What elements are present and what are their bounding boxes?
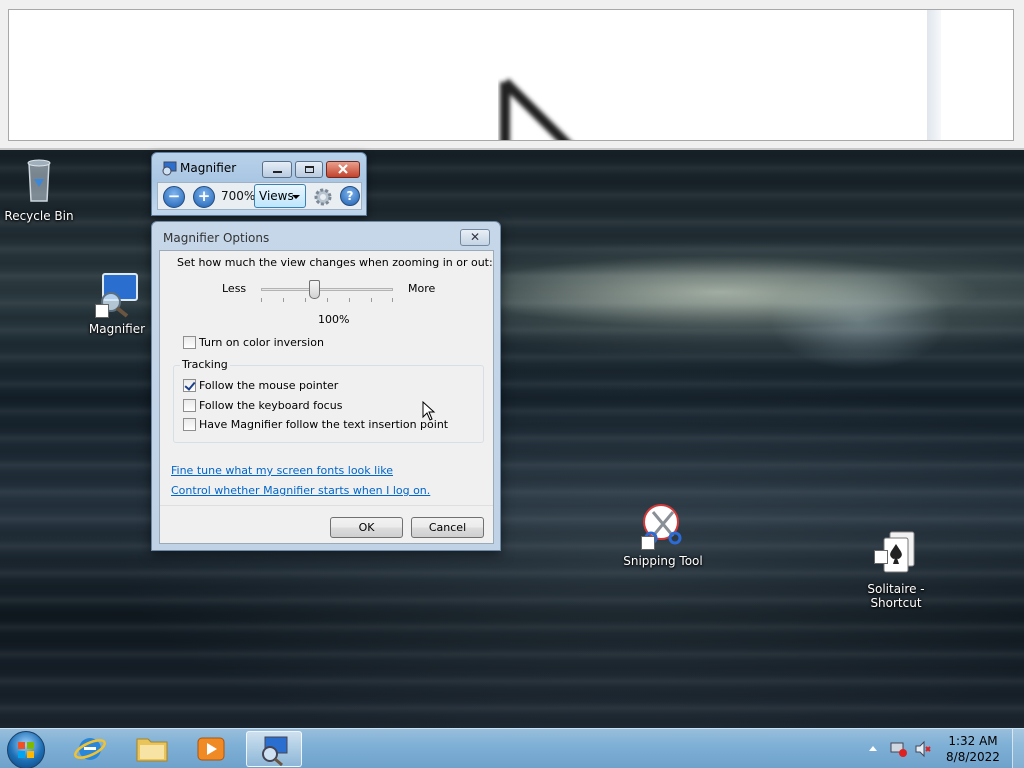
follow-text-insertion-label[interactable]: Have Magnifier follow the text insertion… (199, 418, 448, 431)
desktop-icon-label: Magnifier (88, 322, 146, 336)
tracking-group-label: Tracking (180, 358, 230, 371)
solitaire-icon (872, 516, 920, 573)
desktop-icon-snipping-tool[interactable]: Snipping Tool (618, 502, 708, 568)
minimize-icon (273, 171, 282, 173)
clock-time: 1:32 AM (948, 734, 998, 748)
taskbar-magnifier[interactable] (246, 731, 302, 767)
gear-icon[interactable] (313, 187, 333, 207)
clock-date: 8/8/2022 (946, 750, 1000, 764)
show-desktop-button[interactable] (1012, 729, 1024, 768)
magnifier-window[interactable]: Magnifier − + 700% Views ? (151, 152, 367, 216)
follow-text-insertion-checkbox[interactable] (183, 418, 196, 431)
magnifier-window-title: Magnifier (180, 161, 237, 175)
follow-keyboard-focus-checkbox[interactable] (183, 399, 196, 412)
snipping-tool-icon (639, 502, 687, 550)
magnifier-taskbar-icon (262, 736, 288, 767)
desktop-icon-magnifier[interactable]: Magnifier (72, 270, 162, 336)
magnifier-toolbar: − + 700% Views ? (157, 182, 362, 210)
windows-logo-icon (18, 742, 34, 758)
slider-tick (305, 298, 306, 302)
chevron-down-icon (292, 195, 300, 199)
desktop-icon-solitaire[interactable]: Solitaire - Shortcut (851, 502, 941, 624)
zoom-increment-slider-thumb[interactable] (309, 280, 320, 299)
system-clock[interactable]: 1:32 AM 8/8/2022 (944, 733, 1002, 765)
taskbar-windows-explorer[interactable] (124, 731, 180, 767)
mouse-pointer-icon (422, 401, 436, 421)
shortcut-arrow-icon (95, 304, 109, 318)
show-hidden-icons-icon[interactable] (868, 744, 878, 752)
desktop-icon-label: Snipping Tool (623, 554, 703, 568)
ok-button[interactable]: OK (330, 517, 403, 538)
network-warning-icon[interactable] (890, 740, 908, 758)
slider-tick (327, 298, 328, 302)
fine-tune-fonts-link[interactable]: Fine tune what my screen fonts look like (171, 464, 393, 477)
desktop-icon-label: Solitaire - Shortcut (867, 582, 925, 610)
zoom-increment-slider-track[interactable] (261, 288, 393, 291)
minimize-button[interactable] (262, 161, 292, 178)
desktop-icon-recycle-bin[interactable]: Recycle Bin (0, 157, 84, 223)
magnified-content (8, 9, 1014, 141)
slider-min-label: Less (222, 282, 247, 295)
follow-mouse-checkbox[interactable] (183, 379, 196, 392)
views-label: Views (259, 189, 294, 203)
zoom-in-button[interactable]: + (193, 186, 215, 208)
slider-tick (261, 298, 262, 302)
color-inversion-label[interactable]: Turn on color inversion (199, 336, 324, 349)
magnified-pointer-icon (500, 78, 571, 140)
magnifier-app-icon (93, 270, 141, 318)
follow-mouse-label[interactable]: Follow the mouse pointer (199, 379, 338, 392)
volume-muted-icon[interactable] (914, 740, 932, 758)
start-button[interactable] (7, 731, 45, 768)
slider-tick (371, 298, 372, 302)
restore-icon (305, 166, 314, 173)
slider-value-label: 100% (318, 313, 350, 326)
views-dropdown-button[interactable]: Views (254, 184, 306, 208)
media-player-icon (197, 737, 225, 761)
dialog-title: Magnifier Options (163, 231, 270, 245)
magnifier-lens-view (0, 0, 1024, 150)
dialog-body: Set how much the view changes when zoomi… (159, 250, 494, 544)
shortcut-arrow-icon (641, 536, 655, 550)
help-button[interactable]: ? (340, 186, 360, 206)
zoom-level-readout: 700% (221, 189, 256, 203)
close-icon (338, 164, 348, 174)
taskbar-internet-explorer[interactable] (62, 731, 118, 767)
recycle-bin-icon (15, 157, 63, 205)
desktop-icon-label: Recycle Bin (4, 209, 74, 223)
color-inversion-checkbox[interactable] (183, 336, 196, 349)
slider-tick (283, 298, 284, 302)
follow-keyboard-focus-label[interactable]: Follow the keyboard focus (199, 399, 342, 412)
cancel-button[interactable]: Cancel (411, 517, 484, 538)
zoom-increment-instructions: Set how much the view changes when zoomi… (177, 256, 493, 269)
magnifier-title-icon (162, 161, 177, 176)
close-button[interactable] (326, 161, 360, 178)
magnified-edge (927, 10, 941, 140)
slider-max-label: More (408, 282, 436, 295)
taskbar-media-player[interactable] (184, 731, 240, 767)
slider-tick (349, 298, 350, 302)
shortcut-arrow-icon (874, 550, 888, 564)
taskbar: 1:32 AM 8/8/2022 (0, 728, 1024, 768)
dialog-close-button[interactable]: ✕ (460, 229, 490, 246)
restore-button[interactable] (295, 161, 323, 178)
slider-tick (392, 298, 393, 302)
internet-explorer-icon (74, 738, 106, 760)
magnifier-startup-link[interactable]: Control whether Magnifier starts when I … (171, 484, 430, 497)
folder-icon (136, 738, 168, 762)
dialog-divider (160, 505, 493, 506)
zoom-out-button[interactable]: − (163, 186, 185, 208)
magnifier-options-dialog[interactable]: Magnifier Options ✕ Set how much the vie… (151, 221, 501, 551)
